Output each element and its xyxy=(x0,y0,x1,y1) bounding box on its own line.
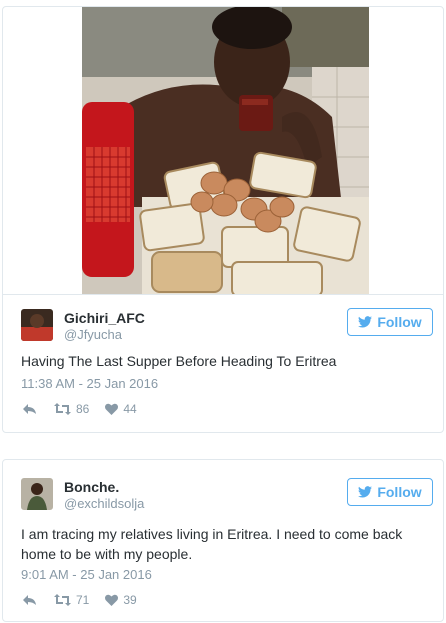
tweet-photo[interactable] xyxy=(82,7,369,294)
retweet-icon xyxy=(54,594,71,606)
user-handle[interactable]: @exchildsolja xyxy=(64,496,144,511)
avatar[interactable] xyxy=(21,478,53,510)
reply-button[interactable] xyxy=(23,403,37,415)
photo-illustration xyxy=(82,7,369,294)
reply-icon xyxy=(23,404,36,414)
photo-divider xyxy=(3,294,443,295)
retweet-icon xyxy=(54,403,71,415)
like-button[interactable]: 39 xyxy=(105,593,137,607)
tweet-timestamp[interactable]: 9:01 AM - 25 Jan 2016 xyxy=(21,567,152,582)
retweet-count: 86 xyxy=(76,402,90,416)
avatar-image xyxy=(21,478,53,510)
tweet-timestamp[interactable]: 11:38 AM - 25 Jan 2016 xyxy=(21,376,158,391)
reply-button[interactable] xyxy=(23,594,37,606)
heart-icon xyxy=(105,403,119,415)
display-name[interactable]: Gichiri_AFC xyxy=(64,310,145,326)
twitter-bird-icon xyxy=(358,486,373,498)
heart-icon xyxy=(105,594,119,606)
follow-button[interactable]: Follow xyxy=(347,478,433,506)
reply-icon xyxy=(23,595,36,605)
retweet-button[interactable]: 71 xyxy=(54,593,89,607)
follow-label: Follow xyxy=(377,314,422,330)
display-name[interactable]: Bonche. xyxy=(64,479,119,495)
twitter-bird-icon xyxy=(358,316,373,328)
like-count: 44 xyxy=(123,402,137,416)
tweet-text-line-2: home to be with my people. xyxy=(21,546,193,562)
like-button[interactable]: 44 xyxy=(105,402,137,416)
retweet-button[interactable]: 86 xyxy=(54,402,89,416)
avatar[interactable] xyxy=(21,309,53,341)
tweet-actions: 71 39 xyxy=(23,593,137,607)
follow-button[interactable]: Follow xyxy=(347,308,433,336)
tweet-actions: 86 44 xyxy=(23,402,137,416)
tweet-text: Having The Last Supper Before Heading To… xyxy=(21,353,337,369)
user-handle[interactable]: @Jfyucha xyxy=(64,327,122,342)
tweet-text-line-1: I am tracing my relatives living in Erit… xyxy=(21,526,403,542)
tweet-card: Bonche. @exchildsolja Follow I am tracin… xyxy=(2,459,444,622)
retweet-count: 71 xyxy=(76,593,90,607)
tweet-card: Gichiri_AFC @Jfyucha Follow Having The L… xyxy=(2,6,444,433)
avatar-image xyxy=(21,309,53,341)
like-count: 39 xyxy=(123,593,137,607)
follow-label: Follow xyxy=(377,484,422,500)
